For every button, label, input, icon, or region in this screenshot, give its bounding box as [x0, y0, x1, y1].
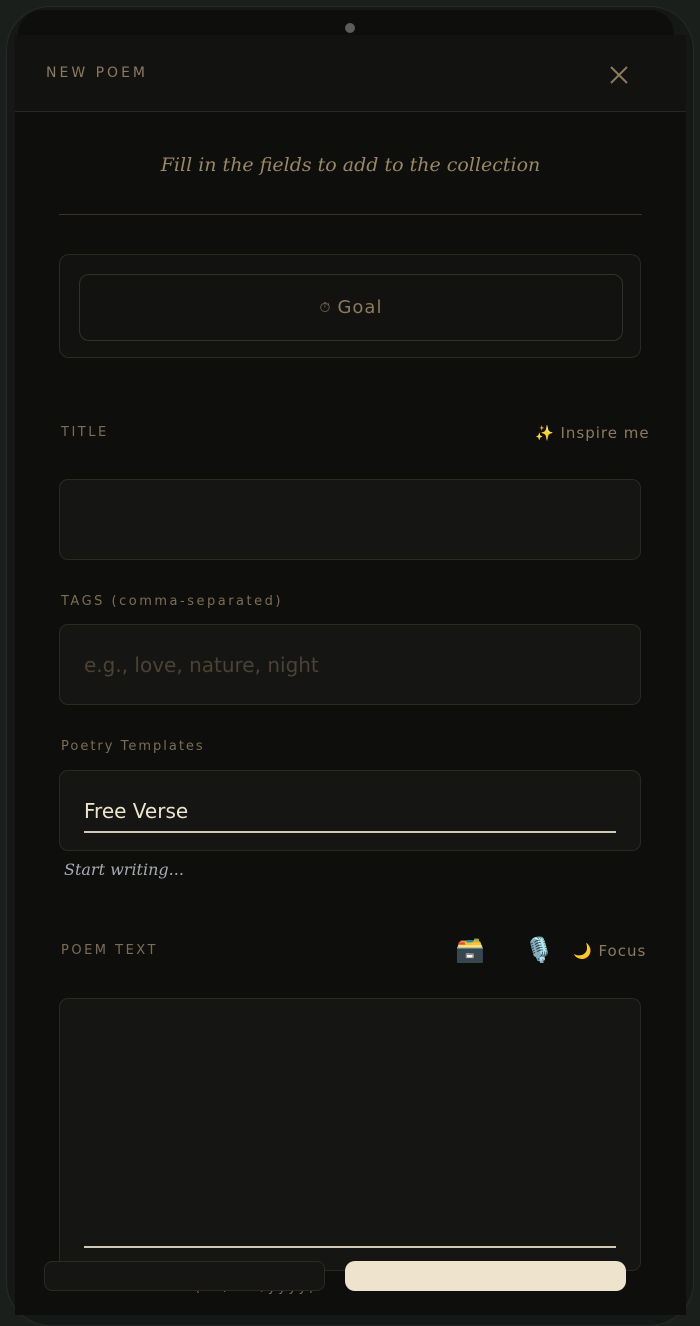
template-hint: Start writing...: [64, 860, 184, 879]
modal-subtitle: Fill in the fields to add to the collect…: [160, 154, 541, 176]
template-underline: [84, 831, 616, 833]
sparkles-icon: ✨: [535, 424, 555, 442]
moon-icon: 🌙: [573, 942, 593, 960]
close-button[interactable]: [607, 63, 631, 87]
tags-input[interactable]: [84, 625, 616, 704]
goal-card: ⏱ Goal: [59, 254, 641, 358]
template-select[interactable]: Free Verse: [59, 770, 641, 851]
poem-text-area[interactable]: [59, 998, 641, 1271]
templates-label: Poetry Templates: [61, 739, 205, 754]
template-selected-value: Free Verse: [84, 799, 189, 823]
new-poem-modal: NEW POEM Fill in the fields to add to th…: [15, 35, 686, 1315]
goal-button[interactable]: ⏱ Goal: [79, 274, 623, 341]
title-field: [59, 479, 641, 560]
inspire-me-button[interactable]: ✨ Inspire me: [535, 424, 650, 442]
camera-dot: [345, 23, 355, 33]
title-input[interactable]: [84, 480, 616, 559]
archive-icon[interactable]: 🗃️: [455, 936, 485, 964]
poem-text-underline: [84, 1246, 616, 1248]
save-button[interactable]: [345, 1261, 626, 1291]
date-input[interactable]: [44, 1261, 325, 1291]
close-icon: [610, 66, 628, 84]
timer-icon: ⏱: [319, 299, 332, 316]
tags-label: TAGS (comma-separated): [61, 594, 283, 609]
tags-field: [59, 624, 641, 705]
focus-button[interactable]: 🌙 Focus: [573, 942, 646, 960]
focus-label: Focus: [598, 942, 647, 960]
poem-text-label: POEM TEXT: [61, 943, 158, 958]
modal-header: NEW POEM: [15, 35, 686, 112]
microphone-icon[interactable]: 🎙️: [524, 936, 554, 964]
title-label: TITLE: [61, 425, 109, 440]
goal-label: Goal: [337, 297, 383, 318]
modal-title: NEW POEM: [46, 65, 148, 81]
inspire-me-label: Inspire me: [560, 424, 650, 442]
divider: [59, 214, 642, 215]
